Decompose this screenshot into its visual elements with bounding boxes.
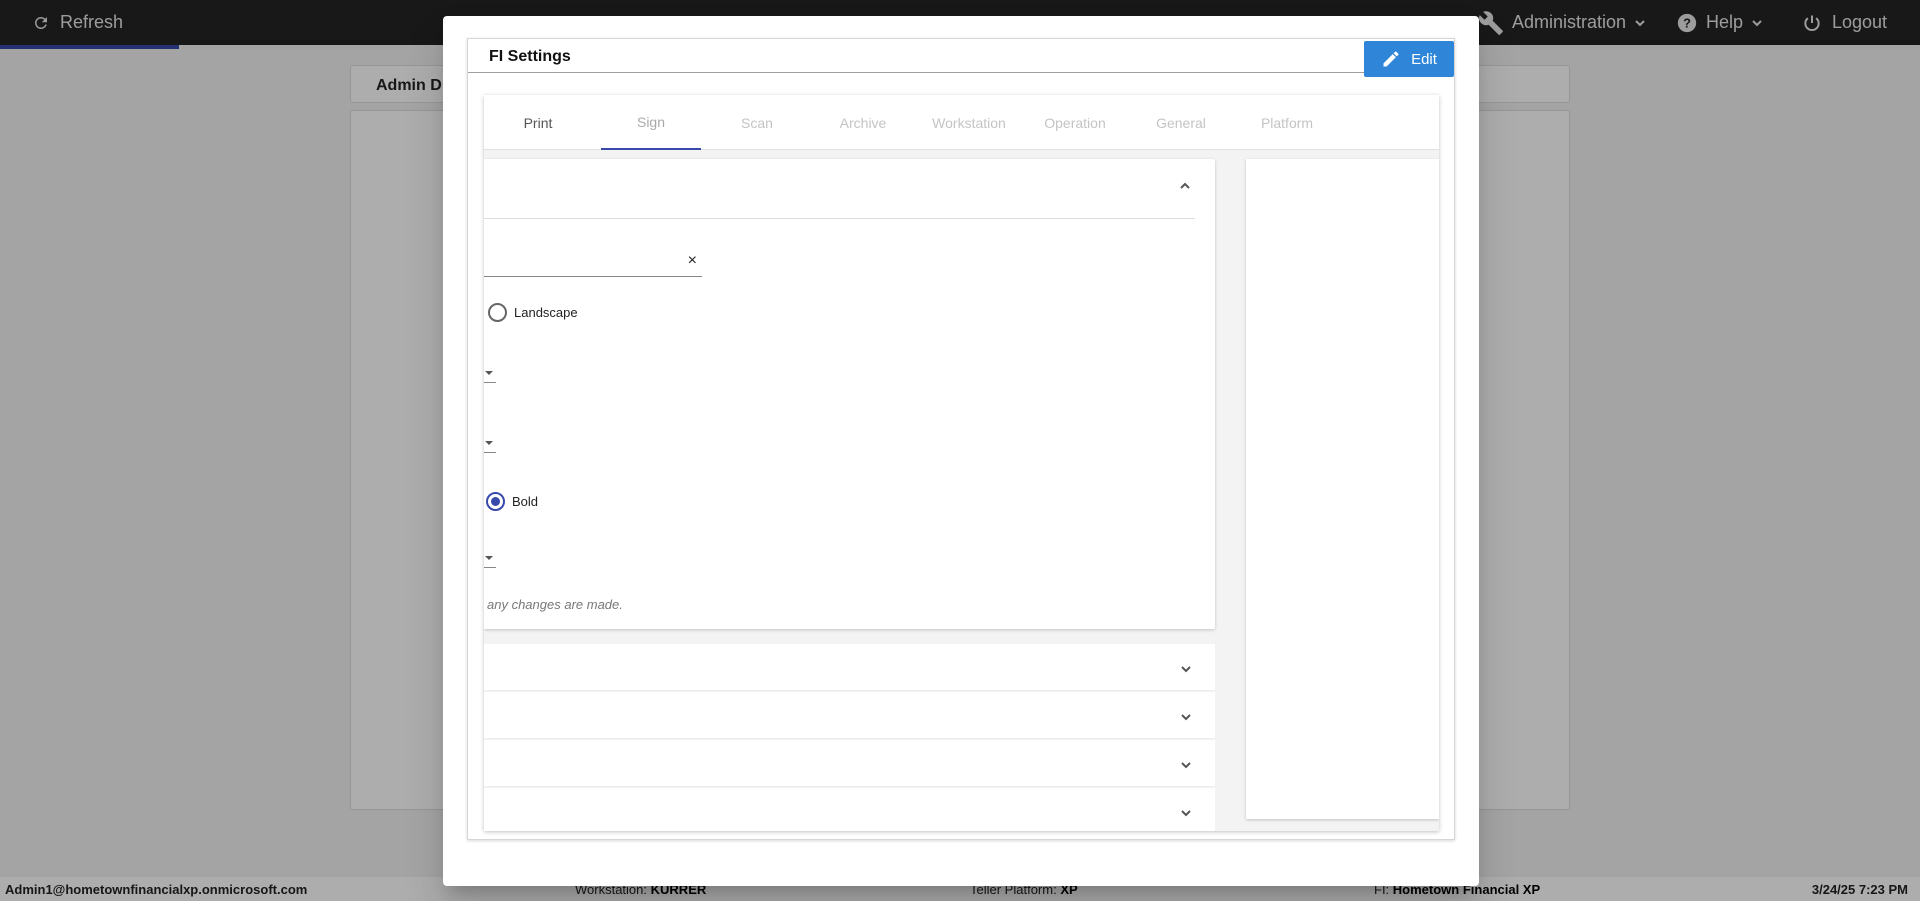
tab-sign-label: Sign [636,113,666,130]
settings-tabs: Print Sign Scan Archive Workstation Oper… [484,95,1439,150]
tab-print[interactable]: Print [488,95,588,150]
collapsed-section-4[interactable] [484,788,1215,831]
tab-print-label: Print [523,114,553,131]
dialog-frame: FI Settings Edit Print Sign Scan Archive… [467,38,1455,840]
expand-section-4-button[interactable] [1179,806,1193,820]
collapsed-section-2[interactable] [484,692,1215,739]
chevron-down-icon [1181,666,1191,673]
dropdown-select-3[interactable] [484,554,496,568]
tab-scan[interactable]: Scan [707,95,807,150]
collapse-section-button[interactable] [1178,179,1192,193]
tab-sign[interactable]: Sign [601,95,701,150]
tab-archive-label: Archive [839,114,887,131]
chevron-down-icon [1181,762,1191,769]
edit-label: Edit [1411,50,1437,68]
preview-card [1246,159,1439,819]
landscape-radio-option[interactable]: Landscape [488,303,578,322]
chevron-down-icon [1181,810,1191,817]
expand-section-2-button[interactable] [1179,710,1193,724]
expanded-settings-section: × Landscape Bold any changes are made. [484,159,1215,629]
collapsed-section-3[interactable] [484,740,1215,787]
tab-platform[interactable]: Platform [1237,95,1337,150]
dropdown-select-2[interactable] [484,439,496,453]
collapsed-section-1[interactable] [484,644,1215,691]
tab-platform-label: Platform [1260,114,1314,131]
bold-label: Bold [512,494,539,509]
edit-button[interactable]: Edit [1364,41,1454,77]
dialog-title: FI Settings [489,48,571,65]
section-hint-text: any changes are made. [487,597,623,612]
landscape-radio[interactable] [488,303,507,322]
pencil-icon [1383,51,1399,67]
text-field[interactable]: × [484,247,702,277]
expand-section-1-button[interactable] [1179,662,1193,676]
bold-radio[interactable] [486,492,505,511]
tab-workstation[interactable]: Workstation [919,95,1019,150]
fi-settings-dialog: FI Settings Edit Print Sign Scan Archive… [443,16,1479,886]
landscape-label: Landscape [514,305,578,320]
tab-operation-label: Operation [1044,114,1106,131]
tab-general[interactable]: General [1131,95,1231,150]
dropdown-select-1[interactable] [484,369,496,383]
tab-archive[interactable]: Archive [813,95,913,150]
clear-icon[interactable]: × [688,253,697,269]
section-divider [484,218,1195,219]
settings-panel: Print Sign Scan Archive Workstation Oper… [484,95,1439,831]
chevron-down-icon [1181,714,1191,721]
tab-workstation-label: Workstation [932,114,1006,131]
tab-general-label: General [1156,114,1206,131]
bold-radio-option[interactable]: Bold [486,492,538,511]
chevron-up-icon [1180,182,1190,189]
expand-section-3-button[interactable] [1179,758,1193,772]
tab-scan-label: Scan [741,114,773,131]
tab-operation[interactable]: Operation [1025,95,1125,150]
dialog-header: FI Settings Edit [468,39,1454,77]
